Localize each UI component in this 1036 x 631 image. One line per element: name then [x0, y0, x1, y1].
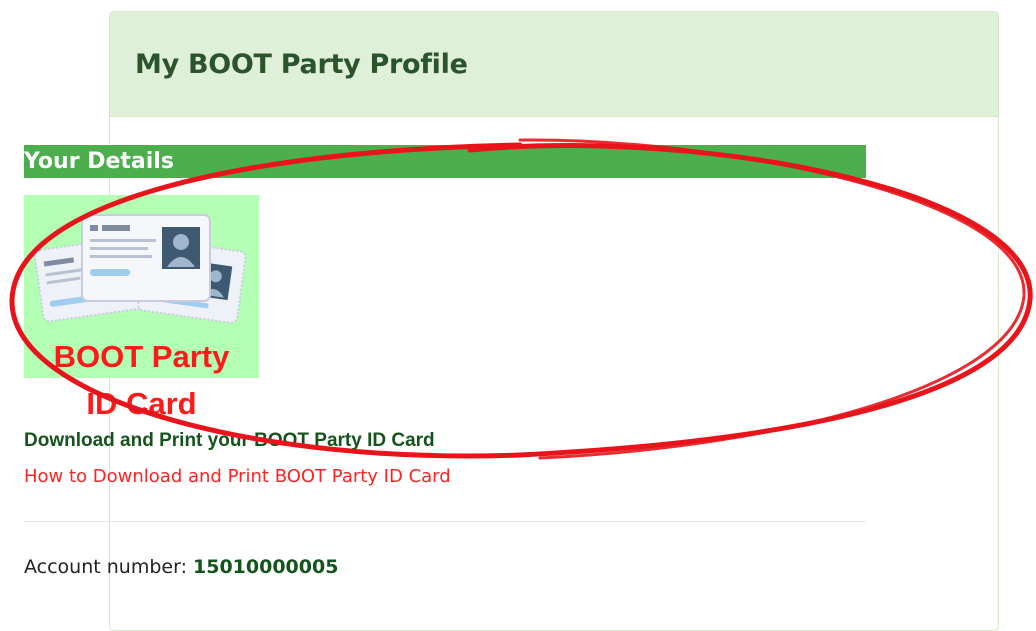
id-card-image-label: BOOT Party ID Card	[53, 339, 230, 421]
divider	[24, 521, 866, 522]
account-number-label: Account number:	[24, 556, 194, 578]
id-cards-icon	[33, 214, 247, 324]
panel-heading: My BOOT Party Profile	[110, 12, 998, 117]
account-number-row: Account number: 15010000005	[24, 556, 338, 578]
download-label: Download and Print your BOOT Party ID Ca…	[24, 430, 435, 451]
howto-download-link[interactable]: How to Download and Print BOOT Party ID …	[24, 466, 451, 487]
account-number-value: 15010000005	[193, 556, 339, 578]
page-title: My BOOT Party Profile	[135, 49, 468, 80]
id-card-image-link[interactable]: BOOT Party ID Card	[24, 195, 259, 421]
section-header-your-details: Your Details	[24, 145, 866, 178]
